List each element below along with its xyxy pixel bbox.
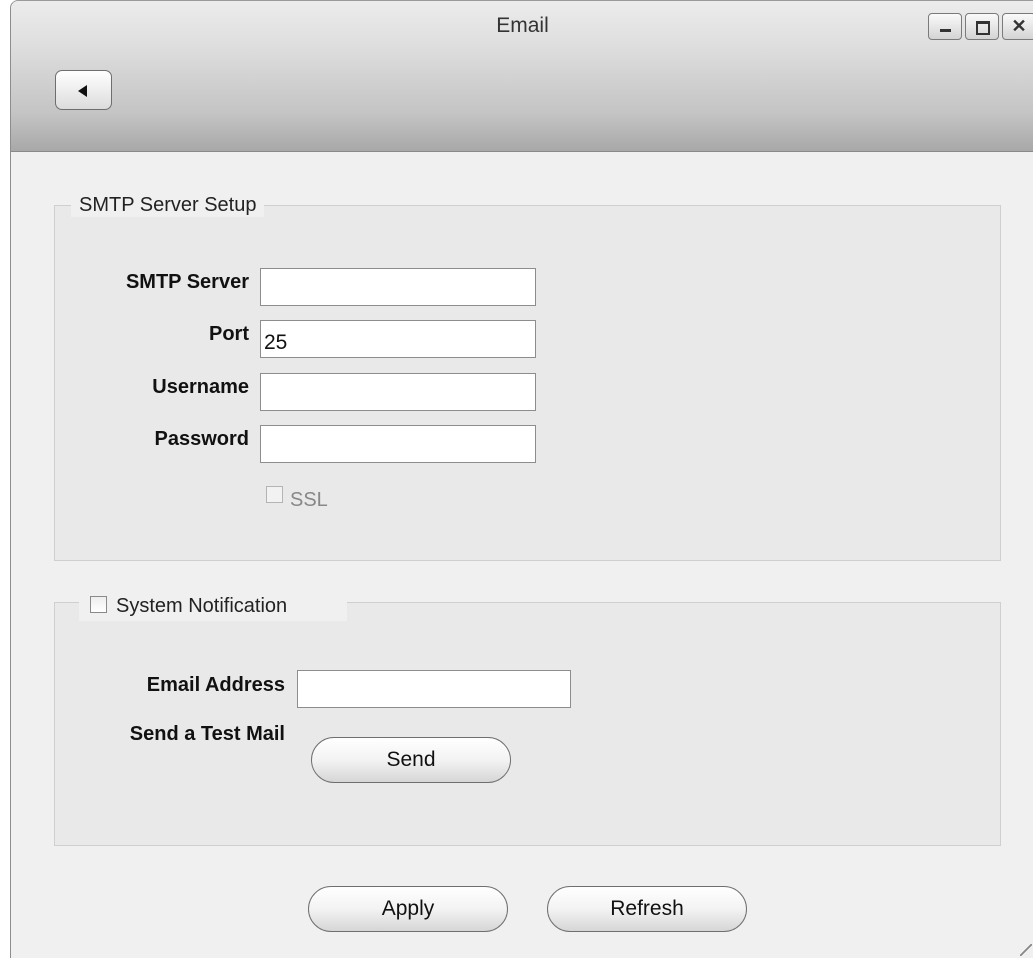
- email-window: Email ✕ SMTP Server Setup SMTP Server Po…: [10, 0, 1033, 958]
- smtp-server-input[interactable]: [260, 268, 536, 306]
- system-notification-checkbox[interactable]: [90, 596, 107, 613]
- title-bar: Email ✕: [11, 1, 1033, 152]
- window-controls: ✕: [928, 13, 1033, 40]
- username-input[interactable]: [260, 373, 536, 411]
- send-test-mail-label: Send a Test Mail: [129, 723, 285, 745]
- email-address-input[interactable]: [297, 670, 571, 708]
- minimize-icon[interactable]: [928, 13, 962, 40]
- ssl-checkbox[interactable]: [266, 486, 283, 503]
- ssl-label: SSL: [290, 489, 328, 511]
- resize-grip[interactable]: [1020, 944, 1032, 956]
- refresh-button[interactable]: Refresh: [547, 886, 747, 932]
- smtp-server-label: SMTP Server: [125, 271, 249, 293]
- password-label: Password: [154, 428, 249, 450]
- apply-button[interactable]: Apply: [308, 886, 508, 932]
- email-address-label: Email Address: [146, 674, 285, 696]
- port-input[interactable]: [260, 320, 536, 358]
- password-input[interactable]: [260, 425, 536, 463]
- port-label: Port: [209, 323, 249, 345]
- system-notification-label: System Notification: [116, 595, 288, 617]
- back-button[interactable]: [55, 70, 112, 110]
- username-label: Username: [152, 376, 249, 398]
- close-icon[interactable]: ✕: [1002, 13, 1033, 40]
- window-title: Email: [496, 14, 549, 37]
- smtp-server-setup-legend: SMTP Server Setup: [71, 194, 265, 217]
- send-button[interactable]: Send: [311, 737, 511, 783]
- maximize-icon[interactable]: [965, 13, 999, 40]
